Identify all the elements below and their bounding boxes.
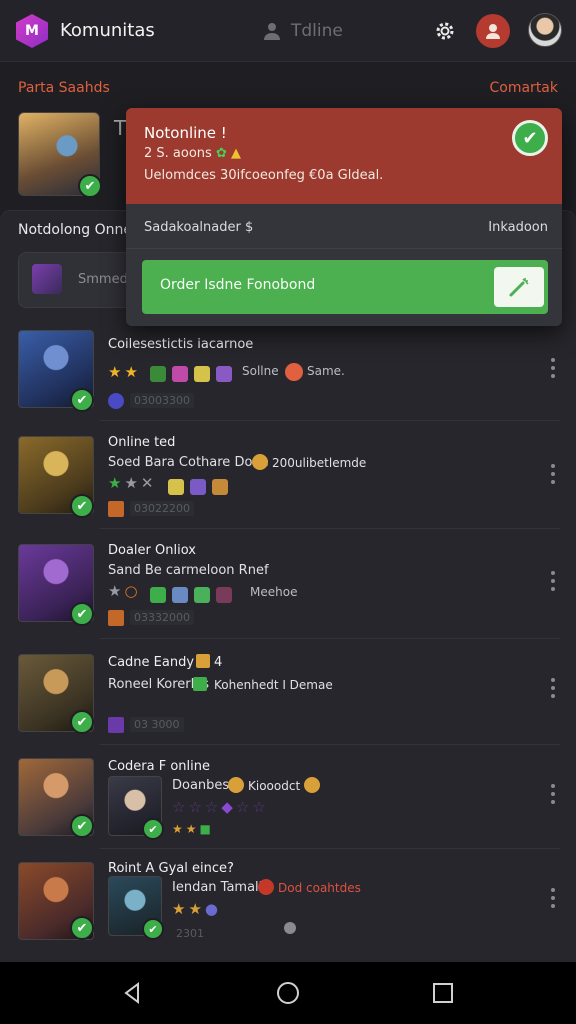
divider [100, 528, 560, 529]
divider [100, 744, 560, 745]
member-subtitle: Iendan Tamalle [172, 880, 271, 895]
home-icon[interactable] [275, 980, 301, 1006]
member-subtitle: Sand Be carmeloon Rnef [108, 563, 269, 578]
logo-icon[interactable]: M [16, 14, 48, 48]
online-badge-icon: ✔ [78, 174, 102, 198]
member-id: 2301 [176, 927, 204, 940]
kebab-icon[interactable] [550, 571, 556, 591]
section-title: Parta Saahds [18, 80, 110, 96]
member-status: Sollne [242, 364, 279, 378]
presence-label[interactable]: Tdline [291, 21, 343, 41]
member-name[interactable]: Cadne Eandy [108, 655, 194, 670]
member-id: 03332000 [130, 610, 194, 625]
status-dot-icon [258, 879, 274, 895]
popup-subtitle-text: 2 S. aoons [144, 146, 212, 161]
member-subtitle: Soed Bara Cothare Done [108, 455, 269, 470]
online-badge-icon: ✔ [70, 916, 94, 940]
badge-icons [150, 363, 238, 382]
wand-glyph-icon [509, 278, 529, 297]
online-badge-icon: ✔ [142, 918, 164, 940]
popup-row-label: Sadakoalnader $ [144, 220, 254, 235]
rating-stars-icon: ★★■ [172, 822, 214, 836]
member-subtitle: Doanbes [172, 778, 230, 793]
popup-description: Uelomdces 30ifcoeonfeg €0a Gldeal. [144, 168, 384, 183]
kebab-icon[interactable] [550, 358, 556, 378]
member-name[interactable]: Roint A Gyal eince? [108, 861, 234, 876]
online-badge-icon: ✔ [70, 710, 94, 734]
notification-popup[interactable]: Notonline ! 2 S. aoons ✿ ▲ Uelomdces 30i… [126, 108, 562, 326]
notification-avatar[interactable] [476, 14, 510, 48]
rating-stars-icon: ★★✕ [108, 474, 157, 492]
rating-stars-icon: ★○ [108, 582, 141, 600]
panel-title: Notdolong Onne [18, 222, 133, 238]
kebab-icon[interactable] [550, 464, 556, 484]
back-icon[interactable] [120, 980, 146, 1006]
divider [126, 248, 562, 249]
member-name[interactable]: Online ted [108, 435, 175, 450]
member-id: 03 3000 [130, 717, 184, 732]
kebab-icon[interactable] [550, 888, 556, 908]
kebab-icon[interactable] [550, 678, 556, 698]
member-id: 03022200 [130, 501, 194, 516]
id-icon [108, 393, 124, 409]
member-name-suffix: 4 [214, 655, 223, 670]
status-dot-icon [285, 363, 303, 381]
warning-icon: ▲ [231, 146, 241, 161]
member-name[interactable]: Coilesestictis iacarnoe [108, 337, 253, 352]
member-meta: 200ulibetlemde [272, 456, 367, 470]
member-meta: Dod coahtdes [278, 881, 361, 895]
member-name[interactable]: Doaler Onliox [108, 543, 196, 558]
badge-icon [193, 677, 207, 691]
member-meta: Same. [307, 364, 345, 378]
section-link[interactable]: Comartak [490, 80, 559, 96]
leaf-icon: ✿ [215, 146, 227, 161]
id-icon [108, 610, 124, 626]
online-badge-icon: ✔ [70, 814, 94, 838]
emoji-icon [252, 454, 268, 470]
gear-icon[interactable] [432, 18, 458, 44]
order-button-label: Order Isdne Fonobond [160, 277, 316, 293]
badge-icon [196, 654, 210, 668]
profile-avatar[interactable] [528, 13, 562, 47]
divider [100, 638, 560, 639]
popup-row-link[interactable]: Inkadoon [488, 220, 548, 235]
divider [100, 420, 560, 421]
order-button[interactable]: Order Isdne Fonobond [142, 260, 548, 314]
check-icon[interactable]: ✔ [512, 120, 548, 156]
member-meta: Kiooodct [248, 779, 301, 793]
user-icon [264, 23, 280, 40]
badge-icons [168, 476, 234, 495]
rating-stars-icon: ★★● [172, 900, 221, 918]
top-bar: M Komunitas Tdline [0, 0, 576, 62]
member-id: 03003300 [130, 393, 194, 408]
rating-stars-icon: ★★ [108, 363, 141, 381]
id-icon [108, 717, 124, 733]
online-badge-icon: ✔ [142, 818, 164, 840]
popup-subtitle: 2 S. aoons ✿ ▲ [144, 146, 241, 161]
member-meta: Meehoe [250, 585, 298, 599]
online-badge-icon: ✔ [70, 388, 94, 412]
app-title: Komunitas [60, 20, 155, 41]
divider [100, 848, 560, 849]
app-root: M Komunitas Tdline Parta Saahds Comartak… [0, 0, 576, 1024]
emoji-icon [228, 777, 244, 793]
system-nav-bar [0, 962, 576, 1024]
badge-icons [150, 584, 238, 603]
online-badge-icon: ✔ [70, 494, 94, 518]
popup-title: Notonline ! [144, 124, 227, 142]
online-badge-icon: ✔ [70, 602, 94, 626]
user-silhouette-icon [486, 24, 500, 39]
recents-icon[interactable] [430, 980, 456, 1006]
member-meta: Kohenhedt I Demae [214, 678, 333, 692]
id-icon [108, 501, 124, 517]
kebab-icon[interactable] [550, 784, 556, 804]
emoji-icon [304, 777, 320, 793]
search-thumbnail [32, 264, 62, 294]
member-name[interactable]: Codera F online [108, 759, 210, 774]
rating-stars-icon: ☆☆☆◆☆☆ [172, 798, 269, 816]
shield-icon [284, 922, 296, 934]
wand-icon[interactable] [494, 267, 544, 307]
